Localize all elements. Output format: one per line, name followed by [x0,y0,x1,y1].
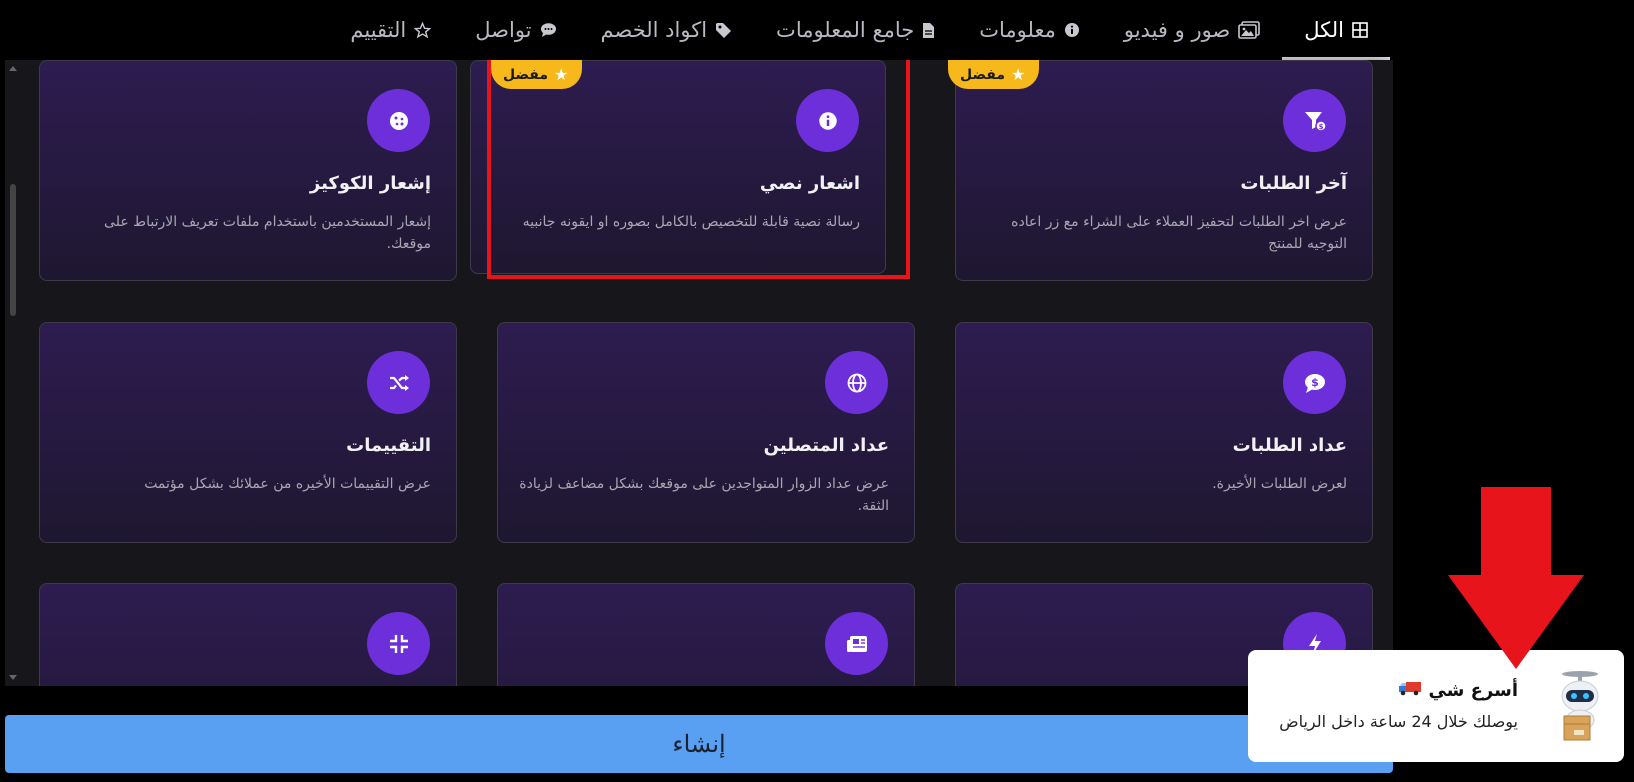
chat-icon [540,22,557,38]
tab-media[interactable]: صور و فيديو [1102,0,1282,60]
down-arrow-icon [1448,487,1584,669]
cookie-icon [367,89,430,152]
tab-label: جامع المعلومات [776,18,915,42]
widgets-panel: $ آخر الطلبات عرض اخر الطلبات لتحفيز الع… [5,60,1393,686]
shuffle-icon [367,351,430,414]
card-description: عرض عداد الزوار المتواجدين على موقعك بشك… [519,476,889,514]
tab-discounts[interactable]: اكواد الخصم [579,0,755,60]
tab-all[interactable]: الكل [1282,0,1390,60]
tag-icon [715,22,732,39]
favorite-badge: ★ مفضل [948,60,1040,89]
widget-card-reviews[interactable]: التقييمات عرض التقييمات الأخيره من عملائ… [39,322,457,543]
widget-card-visitors-counter[interactable]: عداد المتصلين عرض عداد الزوار المتواجدين… [497,322,915,543]
file-icon [922,22,935,39]
tab-rating[interactable]: التقييم [328,0,453,60]
globe-icon [825,351,888,414]
star-icon [414,21,432,39]
card-title: إشعار الكوكيز [309,173,431,194]
favorite-badge: ★ مفضل [491,60,583,89]
scroll-thumb[interactable] [10,184,16,316]
card-description: رسالة نصية قابلة للتخصيص بالكامل بصوره ا… [522,214,860,230]
tab-label: الكل [1304,18,1344,42]
card-title: اشعار نصي [759,173,860,194]
tab-contact[interactable]: تواصل [453,0,578,60]
widget-card-text-notification[interactable]: اشعار نصي رسالة نصية قابلة للتخصيص بالكا… [470,60,886,274]
newspaper-icon [825,612,888,675]
robot-delivery-icon [1561,671,1599,741]
scroll-up-arrow[interactable] [9,66,17,71]
images-icon [1238,21,1261,39]
card-title: التقييمات [346,435,431,456]
tab-label: التقييم [350,18,407,42]
svg-text:$: $ [1311,376,1319,389]
widget-card-cookies[interactable]: إشعار الكوكيز إشعار المستخدمين باستخدام … [39,60,457,281]
grid-icon [1352,22,1368,38]
card-title: عداد المتصلين [763,435,889,456]
dollar-chat-icon: $ [1283,351,1346,414]
card-title: آخر الطلبات [1240,173,1347,194]
widget-card-row3-left[interactable] [39,583,457,686]
card-description: عرض اخر الطلبات لتحفيز العملاء على الشرا… [1011,214,1347,252]
star-icon: ★ [554,65,569,84]
toast-subtitle: يوصلك خلال 24 ساعة داخل الرياض [1279,712,1518,731]
info-icon [796,89,859,152]
tab-info[interactable]: معلومات [957,0,1102,60]
card-description: إشعار المستخدمين باستخدام ملفات تعريف ال… [104,214,431,252]
filter-dollar-icon: $ [1283,89,1346,152]
star-icon: ★ [1011,65,1026,84]
scrollbar[interactable] [7,60,17,686]
tab-label: صور و فيديو [1123,18,1231,42]
truck-icon [1398,680,1422,701]
tab-bar: الكل صور و فيديو معلومات جامع المعلومات … [300,0,1390,60]
tab-label: تواصل [475,18,532,42]
card-description: عرض التقييمات الأخيره من عملائك بشكل مؤت… [144,476,431,492]
scroll-down-arrow[interactable] [9,675,17,680]
card-title: عداد الطلبات [1232,435,1347,456]
card-description: لعرض الطلبات الأخيرة. [1212,476,1347,492]
tab-label: معلومات [979,18,1056,42]
widget-card-orders-counter[interactable]: $ عداد الطلبات لعرض الطلبات الأخيرة. [955,322,1373,543]
compress-icon [367,612,430,675]
toast-title: أسرع شي [1398,680,1518,701]
widget-card-row3-middle[interactable] [497,583,915,686]
tab-collector[interactable]: جامع المعلومات [754,0,957,60]
svg-text:$: $ [1318,123,1323,131]
info-icon [1064,22,1080,38]
create-button[interactable]: إنشاء [5,715,1393,773]
widget-card-latest-orders[interactable]: $ آخر الطلبات عرض اخر الطلبات لتحفيز الع… [955,60,1373,281]
tab-label: اكواد الخصم [600,18,708,42]
